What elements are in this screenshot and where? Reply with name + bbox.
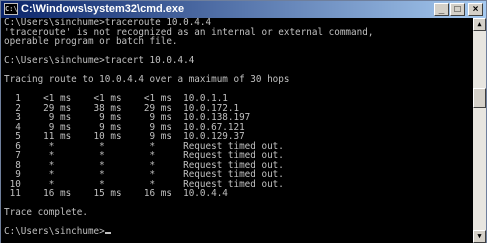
close-button[interactable]: × [468, 3, 483, 16]
title-bar[interactable]: C:\ C:\Windows\system32\cmd.exe _ □ × [1, 1, 486, 18]
console-prompt: C:\Users\sinchume> [4, 226, 105, 237]
scroll-down-icon[interactable]: ▼ [473, 230, 486, 243]
text-cursor [104, 232, 111, 234]
console-line: Trace complete. [4, 207, 88, 218]
console-line: C:\Users\sinchume>tracert 10.0.4.4 [4, 55, 195, 66]
vertical-scrollbar[interactable]: ▲ ▼ [473, 18, 486, 243]
console-output[interactable]: C:\Users\sinchume>traceroute 10.0.4.4 't… [1, 18, 473, 243]
console-text: C:\Users\sinchume>traceroute 10.0.4.4 't… [1, 18, 473, 237]
scroll-up-icon[interactable]: ▲ [473, 18, 486, 31]
maximize-button[interactable]: □ [450, 3, 465, 16]
cmd-window: C:\ C:\Windows\system32\cmd.exe _ □ × C:… [0, 0, 487, 243]
scroll-thumb[interactable] [473, 88, 486, 108]
cmd-app-icon[interactable]: C:\ [4, 3, 18, 15]
window-title: C:\Windows\system32\cmd.exe [21, 3, 185, 15]
console-line: Tracing route to 10.0.4.4 over a maximum… [4, 74, 290, 85]
console-line: operable program or batch file. [4, 36, 178, 47]
minimize-button[interactable]: _ [434, 3, 449, 16]
console-line: 11 16 ms 15 ms 16 ms 10.0.4.4 [4, 188, 228, 199]
